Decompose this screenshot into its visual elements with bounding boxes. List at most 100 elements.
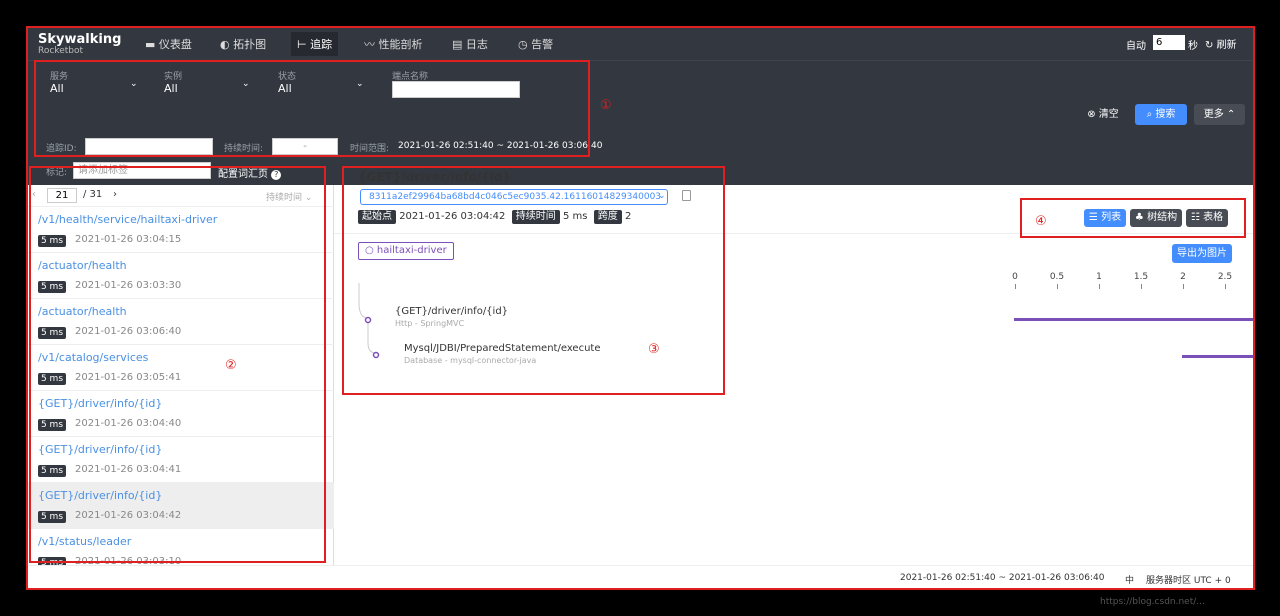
axis-tick: 2 (1180, 272, 1186, 282)
span-sub: Http - SpringMVC (395, 319, 465, 328)
trace-endpoint: /actuator/health (38, 259, 127, 272)
span-name: {GET}/driver/info/{id} (395, 306, 509, 317)
auto-interval-input[interactable]: 6 (1153, 35, 1185, 50)
chevron-up-icon: ⌃ (1223, 109, 1236, 120)
annotation-2: ② (225, 358, 237, 373)
table-view-button[interactable]: ☷ 表格 (1186, 209, 1228, 227)
auto-label: 自动 (1126, 41, 1146, 52)
duration-badge: 5 ms (38, 235, 66, 247)
annotation-4: ④ (1035, 214, 1047, 229)
export-image-button[interactable]: 导出为图片 (1172, 244, 1232, 263)
span-name: Mysql/JDBI/PreparedStatement/execute (404, 343, 601, 354)
search-button[interactable]: ⌕ 搜索 (1135, 104, 1187, 125)
chevron-down-icon: ⌄ (658, 191, 666, 201)
duration-badge: 5 ms (38, 281, 66, 293)
trace-id-input[interactable] (85, 138, 213, 155)
trace-endpoint: /v1/catalog/services (38, 351, 149, 364)
duration-badge: 5 ms (38, 511, 66, 523)
detail-title: {GET}/driver/info/{id} (358, 170, 511, 184)
log-icon: ▤ (452, 38, 466, 51)
nav-trace[interactable]: ⊢ 追踪 (291, 32, 339, 56)
trace-endpoint: {GET}/driver/info/{id} (38, 489, 163, 502)
axis-tick: 0.5 (1049, 272, 1065, 282)
list-item[interactable]: /v1/catalog/services 5 ms 2021-01-26 03:05… (28, 345, 334, 391)
nav-dashboard[interactable]: ▬ 仪表盘 (145, 36, 192, 52)
list-icon: ☰ (1088, 212, 1102, 223)
service-tag[interactable]: ○ hailtaxi-driver (358, 242, 454, 260)
axis-tick: 2.5 (1217, 272, 1233, 282)
language-toggle[interactable]: 中 (1125, 573, 1134, 586)
list-item[interactable]: {GET}/driver/info/{id} 5 ms 2021-01-26 03:… (28, 391, 334, 437)
span-tree-lines (358, 283, 380, 359)
nav-alarm[interactable]: ◷ 告警 (518, 36, 553, 52)
duration-badge: 5 ms (38, 465, 66, 477)
top-nav: Skywalking Rocketbot ▬ 仪表盘 ◐ 拓扑图 ⊢ 追踪 〰 … (28, 28, 1253, 60)
circle-icon: ○ (365, 245, 377, 256)
duration-input[interactable]: - (272, 138, 338, 155)
copy-icon[interactable] (682, 190, 691, 201)
trace-time: 2021-01-26 03:03:30 (75, 280, 182, 291)
config-link[interactable]: 配置词汇页 ? (218, 165, 282, 180)
duration-badge: 5 ms (38, 373, 66, 385)
trace-endpoint: /v1/health/service/hailtaxi-driver (38, 213, 218, 226)
nav-profile[interactable]: 〰 性能剖析 (364, 36, 423, 52)
sort-select[interactable]: 持续时间 ⌄ (266, 190, 312, 203)
divider (334, 233, 1253, 234)
annotation-1: ① (600, 98, 612, 113)
instance-select[interactable]: 实例 All (164, 69, 182, 95)
start-value: 2021-01-26 03:04:42 (399, 211, 506, 222)
duration-label: 持续时间: (224, 144, 264, 154)
more-button[interactable]: 更多 ⌃ (1194, 104, 1245, 125)
span-value: 2 (625, 211, 632, 222)
footer-time-range: 2021-01-26 02:51:40 ~ 2021-01-26 03:06:4… (900, 573, 1105, 583)
close-icon: ⊗ (1087, 109, 1099, 120)
duration-badge: 5 ms (38, 327, 66, 339)
trace-id-select[interactable]: 8311a2ef29964ba68bd4c046c5ec9035.42.1611… (360, 189, 668, 205)
help-icon: ? (271, 170, 282, 180)
trace-endpoint: {GET}/driver/info/{id} (38, 397, 163, 410)
start-tag: 起始点 (358, 210, 396, 224)
list-item[interactable]: /actuator/health 5 ms 2021-01-26 03:06:40 (28, 299, 334, 345)
time-range-label: 时间范围: (350, 144, 390, 154)
chevron-down-icon: ⌄ (304, 193, 313, 203)
list-item[interactable]: /actuator/health 5 ms 2021-01-26 03:03:30 (28, 253, 334, 299)
time-range-value[interactable]: 2021-01-26 02:51:40 ~ 2021-01-26 03:06:4… (398, 141, 602, 151)
profile-icon: 〰 (364, 38, 379, 51)
prev-page-icon[interactable]: ‹ (32, 189, 36, 200)
trace-icon: ⊢ (297, 38, 311, 51)
topology-icon: ◐ (220, 38, 234, 51)
span-bar[interactable] (1014, 318, 1253, 321)
trace-meta: 起始点 2021-01-26 03:04:42 持续时间 5 ms 跨度 2 (358, 210, 631, 224)
span-row[interactable]: Mysql/JDBI/PreparedStatement/execute Dat… (404, 343, 600, 365)
refresh-button[interactable]: ↻ 刷新 (1205, 36, 1237, 51)
clear-button[interactable]: ⊗ 清空 (1078, 104, 1128, 125)
next-page-icon[interactable]: › (113, 189, 117, 200)
watermark-text: https://blog.csdn.net/... (1100, 597, 1205, 607)
service-select[interactable]: 服务 All (50, 69, 68, 95)
span-bar[interactable] (1182, 355, 1253, 358)
trace-time: 2021-01-26 03:04:40 (75, 418, 182, 429)
trace-time: 2021-01-26 03:05:41 (75, 372, 182, 383)
auto-unit: 秒 (1188, 41, 1198, 52)
brand-sub: Rocketbot (38, 46, 84, 56)
endpoint-input[interactable] (392, 81, 520, 98)
status-select[interactable]: 状态 All (278, 69, 296, 95)
nav-topology[interactable]: ◐ 拓扑图 (220, 36, 266, 52)
list-item-selected[interactable]: {GET}/driver/info/{id} 5 ms 2021-01-26 03:… (28, 483, 334, 529)
duration-badge: 5 ms (38, 419, 66, 431)
list-item[interactable]: /v1/health/service/hailtaxi-driver 5 ms 20… (28, 207, 334, 253)
trace-time: 2021-01-26 03:06:40 (75, 326, 182, 337)
duration-value: 5 ms (562, 211, 588, 222)
table-icon: ☷ (1190, 212, 1204, 223)
axis-tick: 1.5 (1133, 272, 1149, 282)
page-input[interactable]: 21 (47, 188, 77, 203)
page-total: / 31 (83, 189, 103, 200)
tree-view-button[interactable]: ♣ 树结构 (1130, 209, 1182, 227)
list-view-button[interactable]: ☰ 列表 (1084, 209, 1126, 227)
list-item[interactable]: {GET}/driver/info/{id} 5 ms 2021-01-26 03:… (28, 437, 334, 483)
dashboard-icon: ▬ (145, 38, 159, 51)
nav-log[interactable]: ▤ 日志 (452, 36, 488, 52)
tag-input[interactable]: 请添加标签 (73, 162, 211, 179)
span-row[interactable]: {GET}/driver/info/{id} Http - SpringMVC (395, 306, 508, 328)
axis-tick: 1 (1096, 272, 1102, 282)
